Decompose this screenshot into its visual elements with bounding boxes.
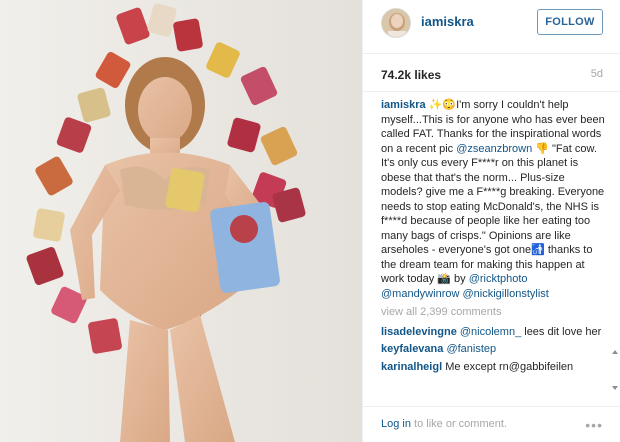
comment-username[interactable]: keyfalevana [381,343,443,355]
post-photo[interactable] [0,0,362,442]
avatar[interactable] [381,8,411,38]
post-header: iamiskra FOLLOW [363,0,620,54]
comment-mention[interactable]: @nicolemn_ [460,326,521,338]
scroll-down-icon[interactable] [612,386,618,390]
comment-item: lisadelevingne @nicolemn_ lees dit love … [381,325,605,340]
comment-text: lees dit love her [521,325,602,338]
post-footer: Log in to like or comment. ••• [363,406,620,442]
post-age[interactable]: 5d [591,68,603,80]
post-username[interactable]: iamiskra [421,14,474,29]
comment-mention[interactable]: @fanistep [446,343,496,355]
post-panel: iamiskra FOLLOW 74.2k likes 5d iamiskra … [362,0,620,442]
likes-count[interactable]: 74.2k likes [381,68,441,82]
post-stats: 74.2k likes 5d [363,54,620,92]
view-all-comments-link[interactable]: view all 2,399 comments [381,305,605,320]
scroll-up-icon[interactable] [612,350,618,354]
follow-button[interactable]: FOLLOW [537,9,603,35]
post-photo-image [0,0,362,442]
caption-mention-mandywinrow[interactable]: @mandywinrow [381,288,459,300]
comment-item: karinalheigl Me except rn@gabbifeilen [381,360,605,375]
comments-list[interactable]: iamiskra ✨😳I'm sorry I couldn't help mys… [381,98,605,398]
caption-mention-ricktphoto[interactable]: @ricktphoto [469,273,528,285]
login-link[interactable]: Log in [381,418,411,430]
caption-text-2: 👎 "Fat cow. It's only cus every F****r o… [381,142,605,286]
login-prompt-text: to like or comment. [410,418,507,430]
post-caption: iamiskra ✨😳I'm sorry I couldn't help mys… [381,98,605,301]
comment-username[interactable]: karinalheigl [381,361,442,373]
avatar-image [382,9,410,37]
login-prompt: Log in to like or comment. [381,418,507,430]
comment-text: Me except rn@gabbifeilen [445,360,574,373]
comments-scrollbar[interactable] [612,350,618,400]
caption-username[interactable]: iamiskra [381,99,426,111]
more-options-icon[interactable]: ••• [585,417,603,433]
comment-username[interactable]: lisadelevingne [381,326,457,338]
caption-mention-zseanzbrown[interactable]: @zseanzbrown [456,143,532,155]
comment-item: keyfalevana @fanistep [381,342,605,357]
caption-mention-nickigillonstylist[interactable]: @nickigillonstylist [462,288,548,300]
